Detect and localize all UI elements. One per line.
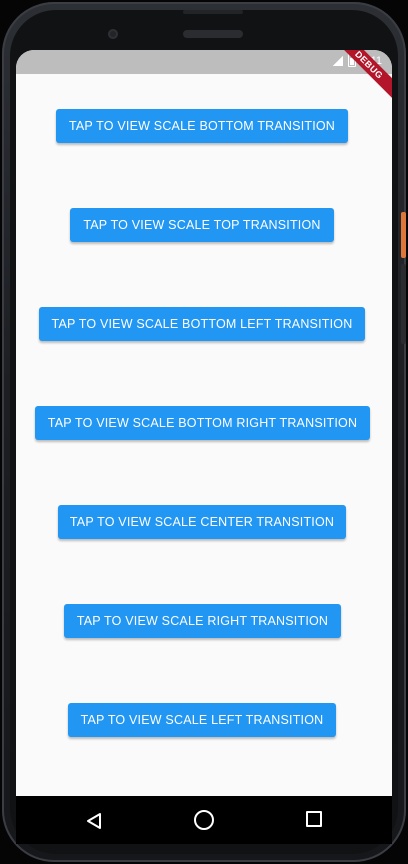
scale-bottom-button[interactable]: TAP TO VIEW SCALE BOTTOM TRANSITION [56, 109, 348, 143]
button-list: TAP TO VIEW SCALE BOTTOM TRANSITION TAP … [16, 74, 392, 796]
navigation-bar [16, 796, 392, 844]
scale-top-button[interactable]: TAP TO VIEW SCALE TOP TRANSITION [70, 208, 334, 242]
home-icon[interactable] [194, 810, 214, 830]
volume-button[interactable] [401, 264, 406, 344]
scale-left-button[interactable]: TAP TO VIEW SCALE LEFT TRANSITION [68, 703, 336, 737]
scale-bottom-left-button[interactable]: TAP TO VIEW SCALE BOTTOM LEFT TRANSITION [39, 307, 365, 341]
top-sensor [183, 10, 243, 14]
front-camera [108, 29, 118, 39]
scale-right-button[interactable]: TAP TO VIEW SCALE RIGHT TRANSITION [64, 604, 341, 638]
earpiece [183, 30, 243, 38]
screen: 4:11 DEBUG TAP TO VIEW SCALE BOTTOM TRAN… [16, 50, 392, 796]
status-bar: 4:11 [16, 50, 392, 74]
power-button[interactable] [401, 212, 406, 258]
back-icon[interactable] [86, 812, 102, 830]
recents-icon[interactable] [306, 811, 322, 827]
scale-bottom-right-button[interactable]: TAP TO VIEW SCALE BOTTOM RIGHT TRANSITIO… [35, 406, 370, 440]
signal-icon [333, 55, 344, 66]
scale-center-button[interactable]: TAP TO VIEW SCALE CENTER TRANSITION [58, 505, 346, 539]
